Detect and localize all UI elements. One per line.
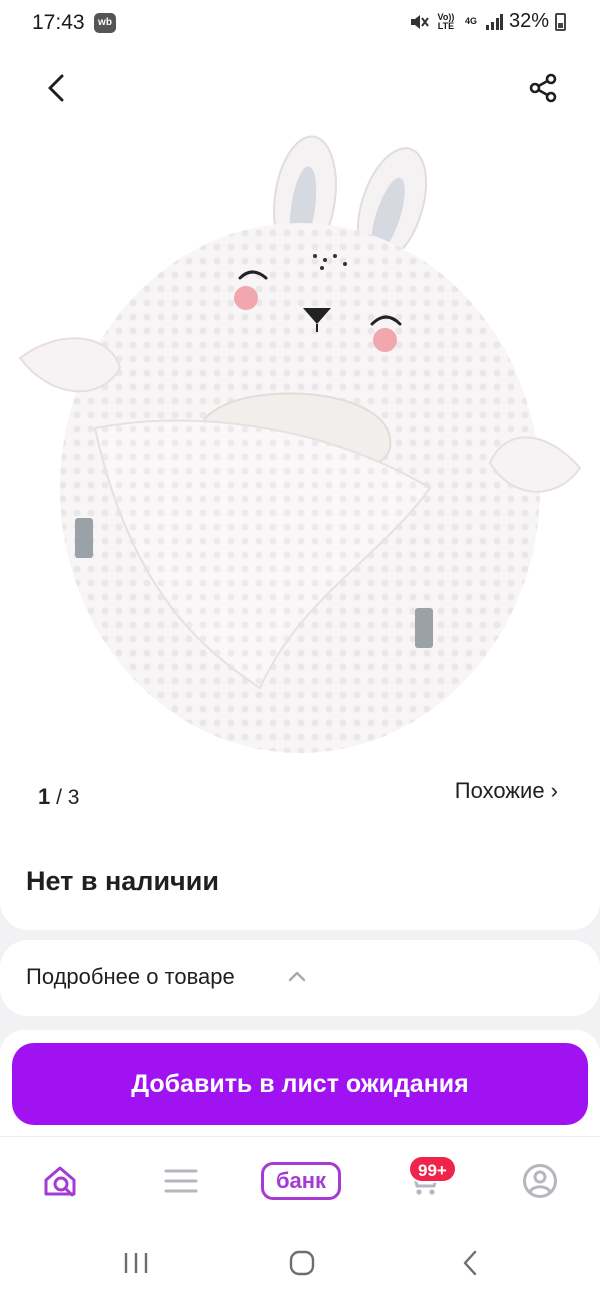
add-to-waitlist-button[interactable]: Добавить в лист ожидания xyxy=(12,1043,588,1125)
home-search-icon xyxy=(44,1166,76,1197)
network-label: 4G xyxy=(464,16,477,26)
status-icons: Vo)) LTE 4G 32% xyxy=(409,10,566,33)
share-icon xyxy=(529,73,557,103)
image-counter-separator: / xyxy=(56,786,62,809)
battery-percent: 32% xyxy=(508,10,549,32)
back-button[interactable] xyxy=(34,66,78,110)
tab-bank[interactable]: банк xyxy=(260,1161,342,1201)
wb-app-icon: wb xyxy=(94,13,116,33)
availability-status: Нет в наличии xyxy=(26,866,219,896)
tab-home[interactable] xyxy=(36,1161,86,1201)
status-bar: 17:43 wb Vo)) LTE 4G 32% xyxy=(0,0,600,46)
signal-icon xyxy=(485,13,503,30)
chevron-up-icon xyxy=(288,971,306,982)
menu-icon xyxy=(164,1169,198,1193)
recent-apps-icon xyxy=(124,1253,148,1273)
image-counter: 1 / 3 xyxy=(38,784,79,810)
profile-icon xyxy=(523,1164,557,1198)
back-nav-icon xyxy=(463,1250,477,1276)
back-nav-button[interactable] xyxy=(452,1246,488,1280)
product-details-label: Подробнее о товаре xyxy=(26,964,235,989)
product-gallery: 1 / 3 Похожие › xyxy=(0,46,600,836)
bank-label: банк xyxy=(261,1162,341,1200)
availability-card: Нет в наличии xyxy=(0,836,600,930)
similar-products-link[interactable]: Похожие › xyxy=(455,778,558,804)
chevron-left-icon xyxy=(48,74,64,102)
cta-bar: Добавить в лист ожидания xyxy=(0,1030,600,1136)
product-details-toggle[interactable]: Подробнее о товаре xyxy=(0,940,600,1016)
home-button[interactable] xyxy=(284,1246,320,1280)
tab-profile[interactable] xyxy=(518,1161,562,1201)
mute-icon xyxy=(410,14,429,29)
battery-icon xyxy=(555,12,566,31)
volte-label: Vo)) LTE xyxy=(437,11,455,31)
cart-badge: 99+ xyxy=(408,1155,457,1183)
bottom-tab-bar: банк 99+ xyxy=(0,1136,600,1228)
image-counter-current: 1 xyxy=(38,784,51,809)
tab-catalog[interactable] xyxy=(158,1161,204,1201)
home-nav-icon xyxy=(289,1250,315,1276)
product-image[interactable] xyxy=(0,128,600,768)
recent-apps-button[interactable] xyxy=(118,1246,154,1280)
share-button[interactable] xyxy=(520,66,566,110)
system-nav-bar xyxy=(0,1228,600,1299)
image-counter-total: 3 xyxy=(67,786,80,809)
status-time: 17:43 xyxy=(32,11,85,34)
